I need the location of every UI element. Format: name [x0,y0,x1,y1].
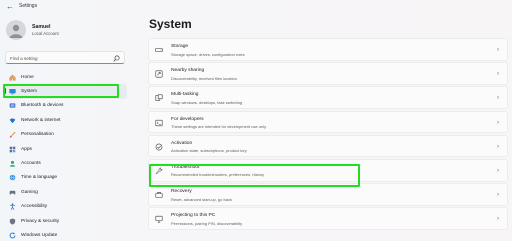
search-box[interactable] [5,51,125,64]
highlight-box-troubleshoot [149,164,360,187]
sidebar-item-home[interactable]: Home [3,70,127,84]
globe-icon [9,174,16,181]
sidebar-item-bluetooth[interactable]: Bluetooth & devices [3,99,127,113]
recovery-icon [155,191,163,199]
card-activation[interactable]: Activation Activation state, subscriptio… [148,134,508,158]
card-for-developers[interactable]: For developers These settings are intend… [148,110,508,134]
home-icon [9,74,16,81]
apps-icon [9,146,16,153]
settings-window: ← Settings Samuel Local Account Home S [0,0,512,241]
card-nearby-sharing[interactable]: Nearby sharing Discoverability, received… [148,62,508,85]
chevron-right-icon: › [497,47,499,53]
activation-icon [155,143,163,151]
nearby-sharing-icon [155,70,163,78]
card-multitasking[interactable]: Multi-tasking Snap windows, desktops, ta… [148,86,508,110]
avatar[interactable] [6,20,26,40]
brush-icon [9,131,16,138]
chevron-right-icon: › [497,167,499,174]
back-button[interactable]: ← [5,2,15,12]
sidebar-item-personalisation[interactable]: Personalisation [3,128,127,142]
search-input[interactable] [10,54,110,62]
shield-icon [9,218,16,225]
storage-icon [155,46,163,54]
chevron-right-icon: › [497,192,499,199]
app-title: Settings [19,3,38,9]
multitasking-icon [155,94,163,102]
title-bar: ← Settings [0,0,512,14]
accessibility-icon [9,203,16,211]
chevron-right-icon: › [497,119,499,126]
bluetooth-icon [9,102,16,109]
chevron-right-icon: › [497,71,499,78]
sidebar-item-privacy[interactable]: Privacy & security [3,214,127,228]
user-name: Samuel [32,24,51,30]
sidebar-item-accessibility[interactable]: Accessibility [3,200,127,214]
chevron-right-icon: › [497,216,499,223]
sidebar-item-accounts[interactable]: Accounts [3,156,127,170]
settings-cards: Storage Storage space, drives, configura… [148,38,508,232]
sidebar-item-apps[interactable]: Apps [3,142,127,156]
sidebar-item-time-language[interactable]: Time & language [3,171,127,185]
gamepad-icon [9,189,16,196]
projecting-icon [155,215,163,223]
accounts-icon [9,160,16,167]
search-icon [113,55,120,62]
highlight-box-system [3,84,119,98]
chevron-right-icon: › [497,95,499,102]
account-type: Local Account [32,31,59,36]
sidebar-item-windows-update[interactable]: Windows Update [3,228,127,241]
sidebar-item-gaming[interactable]: Gaming [3,185,127,199]
card-projecting[interactable]: Projecting to this PC Permissions, pairi… [148,207,508,230]
page-title: System [149,17,192,31]
wifi-icon [9,117,16,124]
chevron-right-icon: › [497,143,499,150]
update-icon [9,232,16,239]
card-storage[interactable]: Storage Storage space, drives, configura… [148,38,508,61]
user-avatar-icon [9,24,23,38]
developer-icon [155,119,163,127]
sidebar-item-network[interactable]: Network & internet [3,113,127,127]
